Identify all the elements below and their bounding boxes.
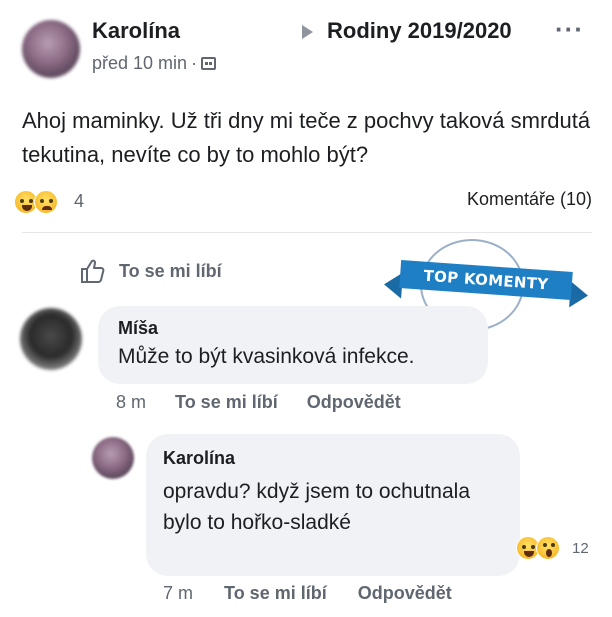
post-text: Ahoj maminky. Už tři dny mi teče z pochv… (22, 108, 591, 167)
thumbs-up-icon[interactable] (79, 257, 107, 285)
reply-time[interactable]: 7 m (163, 583, 193, 603)
post-author[interactable]: Karolína (92, 18, 180, 44)
commenter-avatar[interactable] (20, 308, 82, 370)
sad-icon (34, 190, 58, 214)
reply-actions: 7 m To se mi líbí Odpovědět (163, 583, 478, 604)
reply-reply-button[interactable]: Odpovědět (358, 583, 452, 603)
group-privacy-icon (201, 57, 217, 70)
divider (22, 232, 592, 233)
comment-author[interactable]: Míša (118, 318, 158, 339)
more-options-icon[interactable]: ··· (555, 14, 584, 45)
reaction-count[interactable]: 4 (74, 191, 84, 212)
author-avatar[interactable] (22, 20, 80, 78)
comment-text: Může to být kvasinková infekce. (118, 345, 415, 368)
comment-actions: 8 m To se mi líbí Odpovědět (116, 392, 425, 413)
facebook-post: Karolína Rodiny 2019/2020 ··· před 10 mi… (0, 0, 612, 617)
comment-time[interactable]: 8 m (116, 392, 146, 412)
reply-author[interactable]: Karolína (163, 448, 235, 469)
reply-text: opravdu? když jsem to ochutnala bylo to … (163, 480, 471, 534)
comments-count[interactable]: Komentáře (10) (467, 189, 592, 210)
reply-author-avatar[interactable] (92, 437, 134, 479)
separator-dot: · (191, 53, 198, 73)
comment-reply-button[interactable]: Odpovědět (307, 392, 401, 412)
group-name[interactable]: Rodiny 2019/2020 (327, 18, 512, 44)
arrow-right-icon (302, 25, 313, 39)
like-button[interactable]: To se mi líbí (119, 261, 222, 282)
post-meta: před 10 min · (92, 53, 217, 74)
wow-icon (536, 536, 560, 560)
reply-reaction-count[interactable]: 12 (572, 540, 589, 557)
reply-like-button[interactable]: To se mi líbí (224, 583, 327, 603)
comment-like-button[interactable]: To se mi líbí (175, 392, 278, 412)
ribbon-end-right (569, 281, 589, 309)
post-time[interactable]: před 10 min (92, 53, 187, 73)
